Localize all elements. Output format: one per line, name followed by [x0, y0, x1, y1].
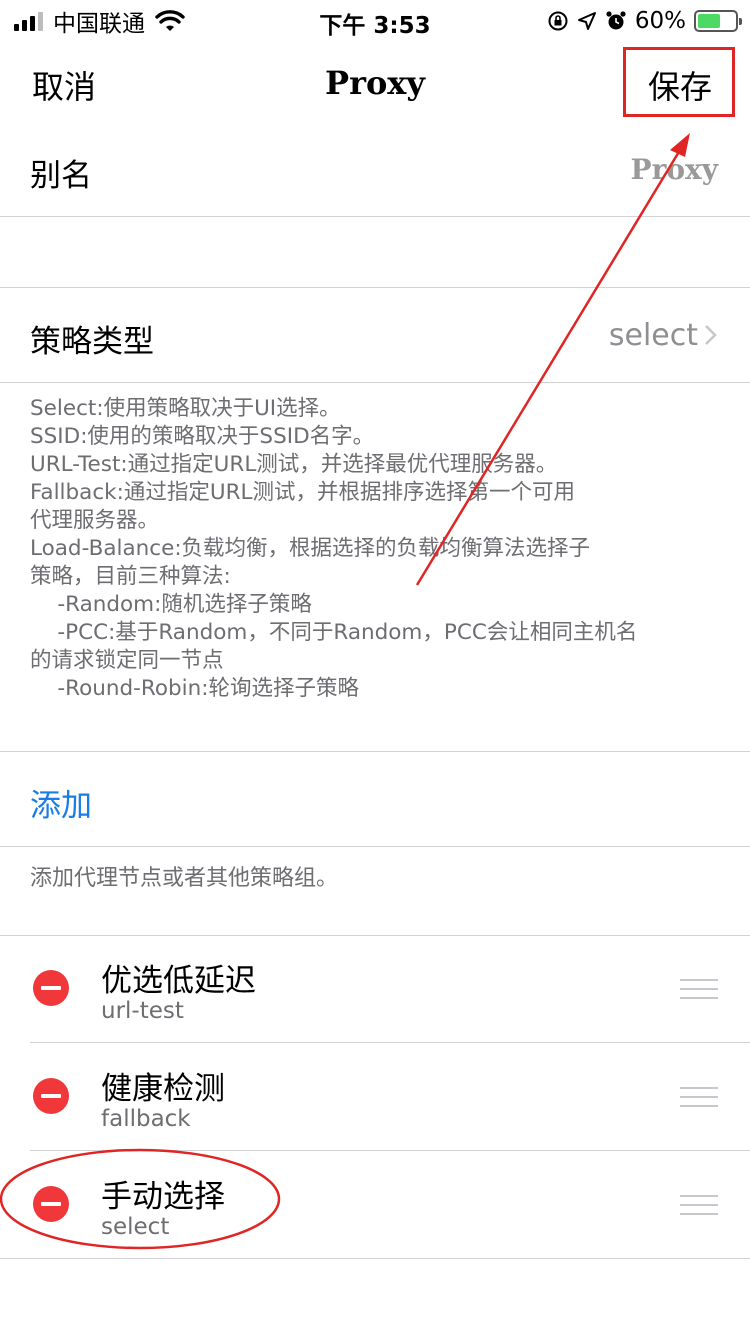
divider [30, 1042, 750, 1043]
divider [0, 216, 750, 217]
add-hint: 添加代理节点或者其他策略组。 [30, 866, 339, 891]
location-icon [577, 12, 596, 30]
policy-type-label: 策略类型 [30, 324, 154, 360]
list-item-subtitle: select [101, 1214, 170, 1240]
divider [0, 382, 750, 383]
delete-button[interactable] [33, 1078, 69, 1114]
drag-handle-icon[interactable] [680, 1195, 718, 1215]
drag-handle-icon[interactable] [680, 1087, 718, 1107]
list-item-subtitle: url-test [101, 998, 184, 1024]
delete-button[interactable] [33, 1186, 69, 1222]
policy-description: Select:使用策略取决于UI选择。 SSID:使用的策略取决于SSID名字。… [30, 396, 638, 701]
list-item-title: 优选低延迟 [101, 963, 256, 999]
list-item-subtitle: fallback [101, 1106, 191, 1132]
divider [0, 751, 750, 752]
divider [0, 935, 750, 936]
add-button[interactable]: 添加 [30, 780, 92, 825]
status-bar: 中国联通 下午 3:53 60% [0, 0, 750, 40]
alarm-icon [606, 11, 626, 30]
list-item-title: 健康检测 [101, 1071, 225, 1107]
alias-value[interactable]: Proxy [631, 153, 718, 186]
drag-handle-icon[interactable] [680, 979, 718, 999]
status-right: 60% [547, 6, 742, 36]
battery-fill [698, 14, 720, 28]
alias-label: 别名 [30, 158, 92, 194]
battery-percent: 60% [634, 8, 686, 34]
save-button[interactable]: 保存 [648, 62, 712, 108]
chevron-right-icon[interactable] [704, 324, 718, 346]
divider [0, 287, 750, 288]
divider [0, 846, 750, 847]
divider [0, 1258, 750, 1259]
list-item-title: 手动选择 [101, 1179, 225, 1215]
lock-rotation-icon [548, 11, 568, 31]
divider [30, 1150, 750, 1151]
battery-icon [694, 10, 742, 32]
delete-button[interactable] [33, 970, 69, 1006]
policy-type-value[interactable]: select [609, 318, 698, 353]
